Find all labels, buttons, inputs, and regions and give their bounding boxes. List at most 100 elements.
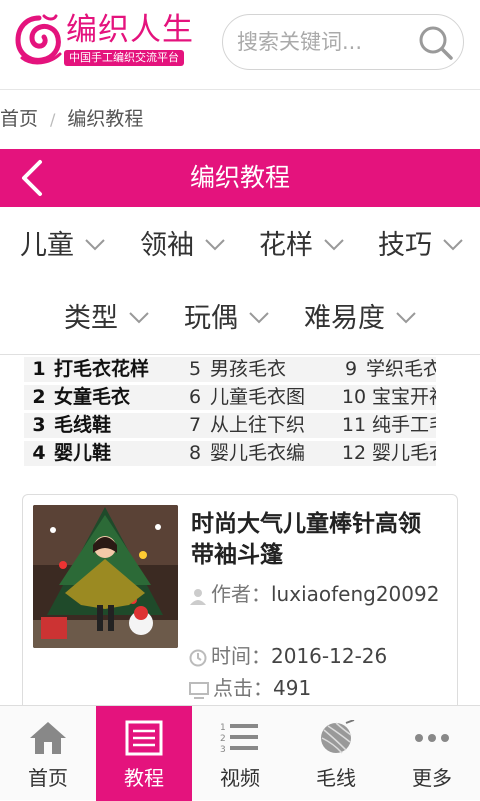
svg-text:2: 2 bbox=[220, 734, 226, 744]
keyword-text: 女童毛衣 bbox=[54, 386, 131, 408]
hot-keyword-link[interactable]: 10宝宝开衫 bbox=[340, 385, 436, 410]
article-time: 时间：2016-12-26 bbox=[189, 641, 387, 671]
rank-number: 10 bbox=[341, 386, 367, 408]
user-icon bbox=[190, 588, 206, 605]
article-author: 作者：luxiaofeng20092 bbox=[189, 579, 451, 609]
keyword-text: 儿童毛衣图 bbox=[210, 386, 306, 408]
hot-keyword-link[interactable]: 1 打毛衣花样 bbox=[28, 357, 178, 382]
home-icon bbox=[30, 722, 66, 754]
keyword-text: 纯手工毛 bbox=[372, 414, 436, 436]
chevron-down-icon bbox=[443, 238, 463, 250]
more-icon bbox=[415, 734, 449, 742]
rank-number: 5 bbox=[188, 358, 202, 380]
title-bar: 编织教程 bbox=[0, 149, 480, 207]
tab-more[interactable]: 更多 bbox=[384, 706, 480, 801]
hot-keyword-link[interactable]: 8 婴儿毛衣编 bbox=[184, 441, 334, 466]
svg-text:3: 3 bbox=[220, 745, 226, 755]
hot-keyword-link[interactable]: 4 婴儿鞋 bbox=[28, 441, 178, 466]
tab-tutorials[interactable]: 教程 bbox=[96, 706, 192, 801]
filter-label: 技巧 bbox=[378, 230, 432, 261]
views-value: 491 bbox=[273, 676, 312, 700]
breadcrumb-separator: / bbox=[50, 110, 56, 129]
tab-videos[interactable]: 123 视频 bbox=[192, 706, 288, 801]
filter-difficulty[interactable]: 难易度 bbox=[304, 281, 417, 357]
tab-label: 毛线 bbox=[316, 766, 356, 790]
document-icon bbox=[125, 720, 163, 756]
views-label: 点击： bbox=[213, 676, 273, 700]
keyword-text: 男孩毛衣 bbox=[210, 358, 287, 380]
keyword-text: 打毛衣花样 bbox=[54, 358, 150, 380]
hot-keyword-link[interactable]: 12婴儿毛衣 bbox=[340, 441, 436, 466]
monitor-icon bbox=[189, 681, 209, 699]
filter-technique[interactable]: 技巧 bbox=[378, 208, 464, 284]
article-thumbnail[interactable] bbox=[33, 505, 178, 648]
filter-pattern[interactable]: 花样 bbox=[259, 208, 345, 284]
clock-icon bbox=[189, 649, 207, 666]
chevron-down-icon bbox=[205, 238, 225, 250]
filter-label: 领袖 bbox=[140, 230, 194, 261]
filter-label: 难易度 bbox=[304, 303, 385, 334]
tab-home[interactable]: 首页 bbox=[0, 706, 96, 801]
chevron-down-icon bbox=[396, 311, 416, 323]
table-row: 2 女童毛衣 6 儿童毛衣图 10宝宝开衫 bbox=[24, 385, 436, 410]
category-row-1: 儿童 领袖 花样 技巧 bbox=[0, 208, 480, 284]
page-title: 编织教程 bbox=[189, 163, 290, 192]
hot-keyword-link[interactable]: 9 学织毛衣 bbox=[340, 357, 436, 382]
author-label: 作者： bbox=[211, 582, 271, 606]
hot-keyword-link[interactable]: 5 男孩毛衣 bbox=[184, 357, 334, 382]
tab-label: 更多 bbox=[412, 766, 452, 790]
breadcrumb-home-link[interactable]: 首页 bbox=[0, 98, 38, 140]
filter-label: 儿童 bbox=[20, 230, 74, 261]
search-icon[interactable] bbox=[417, 24, 455, 62]
tab-yarn[interactable]: 毛线 bbox=[288, 706, 384, 801]
divider bbox=[0, 354, 480, 355]
chevron-down-icon bbox=[85, 238, 105, 250]
hot-keyword-link[interactable]: 2 女童毛衣 bbox=[28, 385, 178, 410]
article-views: 点击：491 bbox=[189, 673, 311, 703]
brand-subtitle: 中国手工编织交流平台 bbox=[64, 50, 184, 66]
rank-number: 12 bbox=[341, 442, 367, 464]
hot-keyword-link[interactable]: 3 毛线鞋 bbox=[28, 413, 178, 438]
hot-keyword-link[interactable]: 7 从上往下织 bbox=[184, 413, 334, 438]
chevron-down-icon bbox=[324, 238, 344, 250]
hot-keyword-link[interactable]: 6 儿童毛衣图 bbox=[184, 385, 334, 410]
rank-number: 4 bbox=[32, 442, 46, 464]
chevron-left-icon bbox=[22, 160, 42, 196]
keyword-text: 婴儿毛衣编 bbox=[210, 442, 306, 464]
keyword-text: 学织毛衣 bbox=[366, 358, 436, 380]
keyword-text: 从上往下织 bbox=[210, 414, 306, 436]
logo-icon[interactable] bbox=[14, 14, 64, 66]
article-title[interactable]: 时尚大气儿童棒针高领带袖斗篷 bbox=[191, 509, 441, 571]
filter-collar-sleeve[interactable]: 领袖 bbox=[140, 208, 226, 284]
bottom-tab-bar: 首页 教程 123 视频 毛线 更多 bbox=[0, 705, 480, 801]
author-value[interactable]: luxiaofeng20092 bbox=[271, 582, 439, 606]
time-label: 时间： bbox=[211, 644, 271, 668]
rank-number: 7 bbox=[188, 414, 202, 436]
filter-label: 玩偶 bbox=[184, 303, 238, 334]
back-button[interactable] bbox=[10, 155, 56, 201]
breadcrumb: 首页 / 编织教程 bbox=[0, 98, 143, 140]
category-row-2: 类型 玩偶 难易度 bbox=[0, 281, 480, 357]
table-row: 3 毛线鞋 7 从上往下织 11纯手工毛 bbox=[24, 413, 436, 438]
tab-label: 首页 bbox=[28, 766, 68, 790]
rank-number: 11 bbox=[341, 414, 367, 436]
search-input[interactable] bbox=[237, 23, 417, 61]
article-card[interactable]: 时尚大气儿童棒针高领带袖斗篷 作者：luxiaofeng20092 时间：201… bbox=[22, 494, 458, 724]
filter-doll[interactable]: 玩偶 bbox=[184, 281, 270, 357]
yarn-ball-icon bbox=[321, 720, 355, 754]
tab-label: 视频 bbox=[220, 766, 260, 790]
rank-number: 1 bbox=[32, 358, 46, 380]
table-row: 4 婴儿鞋 8 婴儿毛衣编 12婴儿毛衣 bbox=[24, 441, 436, 466]
tab-label: 教程 bbox=[124, 766, 164, 790]
keyword-text: 婴儿毛衣 bbox=[372, 442, 436, 464]
rank-number: 8 bbox=[188, 442, 202, 464]
rank-number: 9 bbox=[344, 358, 358, 380]
hot-keyword-link[interactable]: 11纯手工毛 bbox=[340, 413, 436, 438]
filter-type[interactable]: 类型 bbox=[64, 281, 150, 357]
time-value: 2016-12-26 bbox=[271, 644, 388, 668]
brand-title: 编织人生 bbox=[66, 12, 194, 48]
breadcrumb-current: 编织教程 bbox=[67, 108, 144, 130]
header: 编织人生 中国手工编织交流平台 bbox=[0, 0, 480, 90]
rank-number: 6 bbox=[188, 386, 202, 408]
filter-children[interactable]: 儿童 bbox=[20, 208, 106, 284]
